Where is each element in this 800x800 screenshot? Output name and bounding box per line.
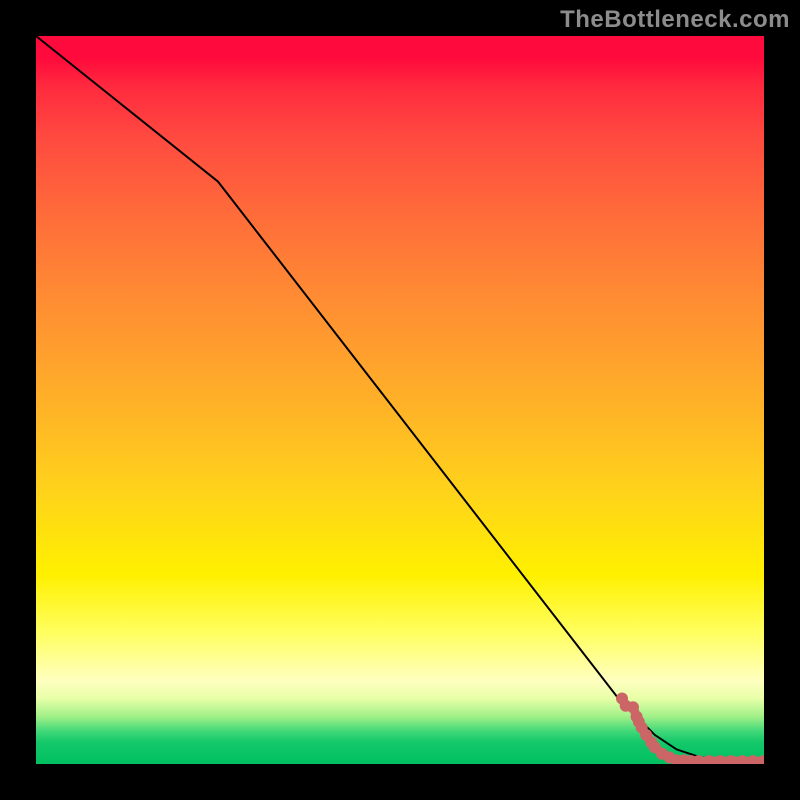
curve-line bbox=[36, 36, 764, 763]
chart-canvas: TheBottleneck.com bbox=[0, 0, 800, 800]
data-point bbox=[759, 756, 764, 764]
data-point bbox=[628, 702, 638, 712]
watermark-text: TheBottleneck.com bbox=[560, 6, 790, 34]
data-point bbox=[715, 756, 725, 764]
plot-svg bbox=[36, 36, 764, 764]
data-point bbox=[726, 756, 736, 764]
data-point bbox=[694, 756, 704, 764]
data-point bbox=[704, 756, 714, 764]
data-point bbox=[748, 756, 758, 764]
plot-area bbox=[36, 36, 764, 764]
data-point bbox=[737, 756, 747, 764]
